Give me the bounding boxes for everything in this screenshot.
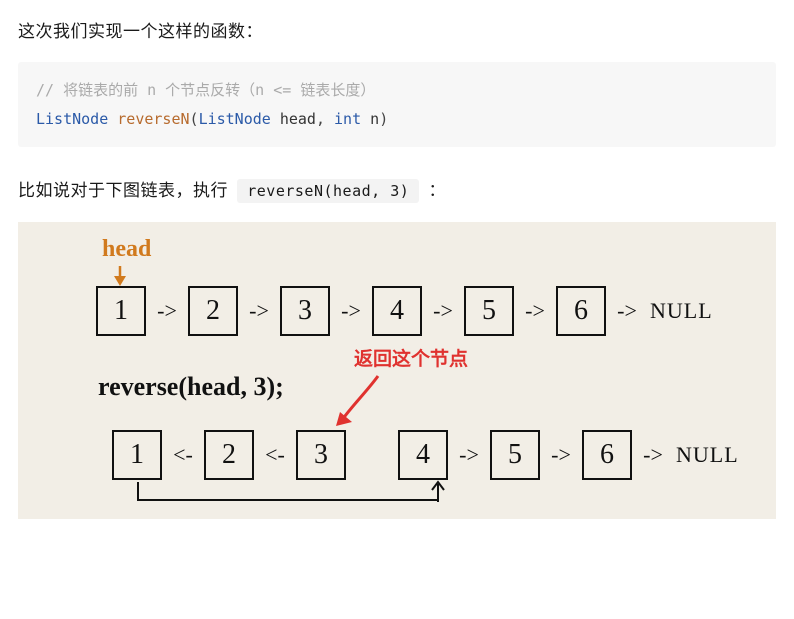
arrow-forward-icon: -> [422, 286, 464, 336]
code-paren-close: ) [379, 110, 388, 128]
code-type-arg1: ListNode [199, 110, 271, 128]
code-arg1: head [280, 110, 316, 128]
arrow-forward-icon: -> [448, 430, 490, 480]
arrow-forward-icon: -> [514, 286, 556, 336]
arrow-back-icon: <- [254, 430, 296, 480]
code-function-name: reverseN [117, 110, 189, 128]
code-arg2: n [370, 110, 379, 128]
arrow-forward-icon: -> [146, 286, 188, 336]
list-node: 3 [280, 286, 330, 336]
arrow-back-icon: <- [162, 430, 204, 480]
list-node: 5 [490, 430, 540, 480]
arrow-forward-icon: -> [330, 286, 372, 336]
original-list-row: 1 -> 2 -> 3 -> 4 -> 5 -> 6 -> NULL [34, 286, 760, 336]
code-type-int: int [334, 110, 361, 128]
inline-code: reverseN(head, 3) [237, 179, 419, 203]
return-pointer-arrow-icon [334, 370, 394, 430]
entry-arrow-icon [428, 478, 448, 504]
arrow-null-icon: -> [606, 286, 648, 336]
code-comma: , [316, 110, 325, 128]
arrow-null-icon: -> [632, 430, 674, 480]
list-node: 1 [112, 430, 162, 480]
list-node: 5 [464, 286, 514, 336]
list-node: 4 [398, 430, 448, 480]
list-node: 2 [204, 430, 254, 480]
list-node: 1 [96, 286, 146, 336]
code-block: // 将链表的前 n 个节点反转（n <= 链表长度） ListNode rev… [18, 62, 776, 147]
successor-link-line-icon [114, 482, 454, 510]
return-note-label: 返回这个节点 [354, 344, 468, 371]
list-node: 3 [296, 430, 346, 480]
list-node: 6 [556, 286, 606, 336]
reversed-list-row: 1 <- 2 <- 3 4 -> 5 -> 6 -> NULL [34, 430, 760, 480]
linked-list-figure: head 1 -> 2 -> 3 -> 4 -> 5 -> 6 -> NULL … [18, 222, 776, 519]
null-label: NULL [650, 298, 713, 324]
null-label: NULL [676, 442, 739, 468]
list-node: 6 [582, 430, 632, 480]
head-pointer-arrow-icon [110, 264, 130, 288]
list-node: 4 [372, 286, 422, 336]
example-paragraph: 比如说对于下图链表，执行 reverseN(head, 3) ： [18, 175, 776, 207]
example-suffix: ： [429, 181, 447, 200]
list-node: 2 [188, 286, 238, 336]
code-paren-open: ( [190, 110, 199, 128]
head-label: head [102, 236, 151, 263]
gap [346, 430, 398, 480]
arrow-forward-icon: -> [238, 286, 280, 336]
code-comment: // 将链表的前 n 个节点反转（n <= 链表长度） [36, 81, 375, 99]
intro-paragraph: 这次我们实现一个这样的函数： [18, 16, 776, 48]
arrow-forward-icon: -> [540, 430, 582, 480]
example-prefix: 比如说对于下图链表，执行 [18, 181, 233, 200]
call-expression: reverse(head, 3); [98, 372, 760, 402]
code-type-return: ListNode [36, 110, 108, 128]
